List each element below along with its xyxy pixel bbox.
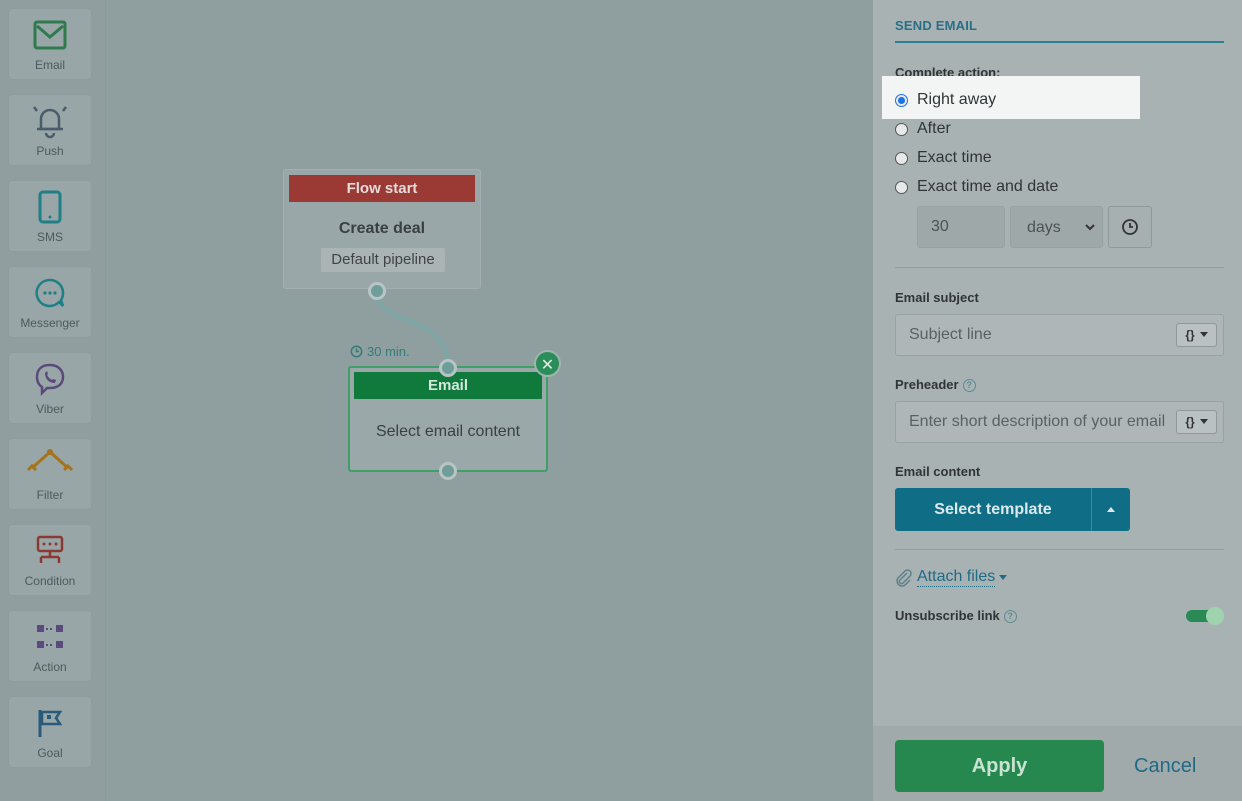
title-divider [895,41,1224,43]
select-template-button[interactable]: Select template [895,488,1130,531]
email-content-label: Email content [895,464,981,479]
preheader-placeholder: Enter short description of your email [909,413,1166,430]
radio-label: Exact time [917,149,992,166]
delete-node-button[interactable]: ✕ [534,350,561,377]
settings-panel: SEND EMAIL Complete action: Right away A… [873,0,1242,801]
subject-input[interactable]: Subject line {} [895,314,1224,356]
clock-icon [1122,219,1138,235]
time-picker-button[interactable] [1108,206,1152,248]
apply-button[interactable]: Apply [895,740,1104,792]
section-divider [895,549,1224,550]
radio-button[interactable] [895,122,908,136]
preheader-label: Preheader [895,377,959,392]
radio-right-away[interactable]: Right away [895,89,996,111]
caret-down-icon [1199,332,1208,337]
pipeline-pill: Default pipeline [321,248,445,272]
attach-files-link[interactable]: Attach files [895,568,1008,587]
radio-button[interactable] [895,151,908,165]
panel-footer: Apply Cancel [873,726,1242,801]
email-output-port[interactable] [439,462,457,480]
radio-exact-time[interactable]: Exact time [895,147,992,169]
flow-start-node[interactable]: Flow start Create deal Default pipeline [283,169,481,289]
chevron-down-icon [1084,217,1096,242]
cancel-button[interactable]: Cancel [1134,740,1196,792]
delay-unit-select[interactable]: days [1010,206,1103,248]
close-icon: ✕ [540,357,555,374]
insert-variable-button[interactable]: {} [1176,323,1217,347]
email-node-body: Select email content [375,423,521,440]
delay-label: 30 min. [350,344,410,359]
email-input-port[interactable] [439,359,457,377]
radio-label: Exact time and date [917,178,1059,195]
email-node[interactable]: Email Select email content [348,366,548,472]
caret-down-icon [1199,419,1208,424]
braces-icon: {} [1185,415,1195,429]
panel-title: SEND EMAIL [895,18,978,33]
caret-up-icon [1107,507,1115,512]
flow-start-header: Flow start [289,175,475,202]
subject-placeholder: Subject line [909,326,992,343]
delay-unit-value: days [1027,219,1061,236]
radio-button[interactable] [895,180,908,194]
attach-files-label[interactable]: Attach files [917,568,996,587]
help-icon[interactable]: ? [962,379,976,392]
unsubscribe-label: Unsubscribe link [895,608,1000,623]
radio-label: After [917,120,951,137]
delay-text: 30 min. [367,344,410,359]
delay-amount-input[interactable]: 30 [917,206,1005,248]
caret-down-icon [999,575,1008,580]
preheader-label-row: Preheader? [895,377,976,392]
clock-icon [350,345,363,358]
toggle-knob [1206,607,1224,625]
radio-button[interactable] [895,93,908,107]
radio-exact-time-and-date[interactable]: Exact time and date [895,176,1058,198]
unsubscribe-label-row: Unsubscribe link? [895,608,1017,623]
start-output-port[interactable] [368,282,386,300]
select-template-label[interactable]: Select template [895,488,1091,531]
help-icon[interactable]: ? [1003,610,1017,623]
template-dropdown-toggle[interactable] [1092,488,1130,531]
unsubscribe-toggle[interactable] [1186,607,1224,625]
radio-after[interactable]: After [895,118,951,140]
preheader-input[interactable]: Enter short description of your email {} [895,401,1224,443]
radio-label: Right away [917,91,997,108]
insert-variable-button[interactable]: {} [1176,410,1217,434]
email-subject-label: Email subject [895,290,979,305]
section-divider [895,267,1224,268]
flow-start-title: Create deal [338,220,426,237]
braces-icon: {} [1185,328,1195,342]
paperclip-icon [896,568,912,587]
